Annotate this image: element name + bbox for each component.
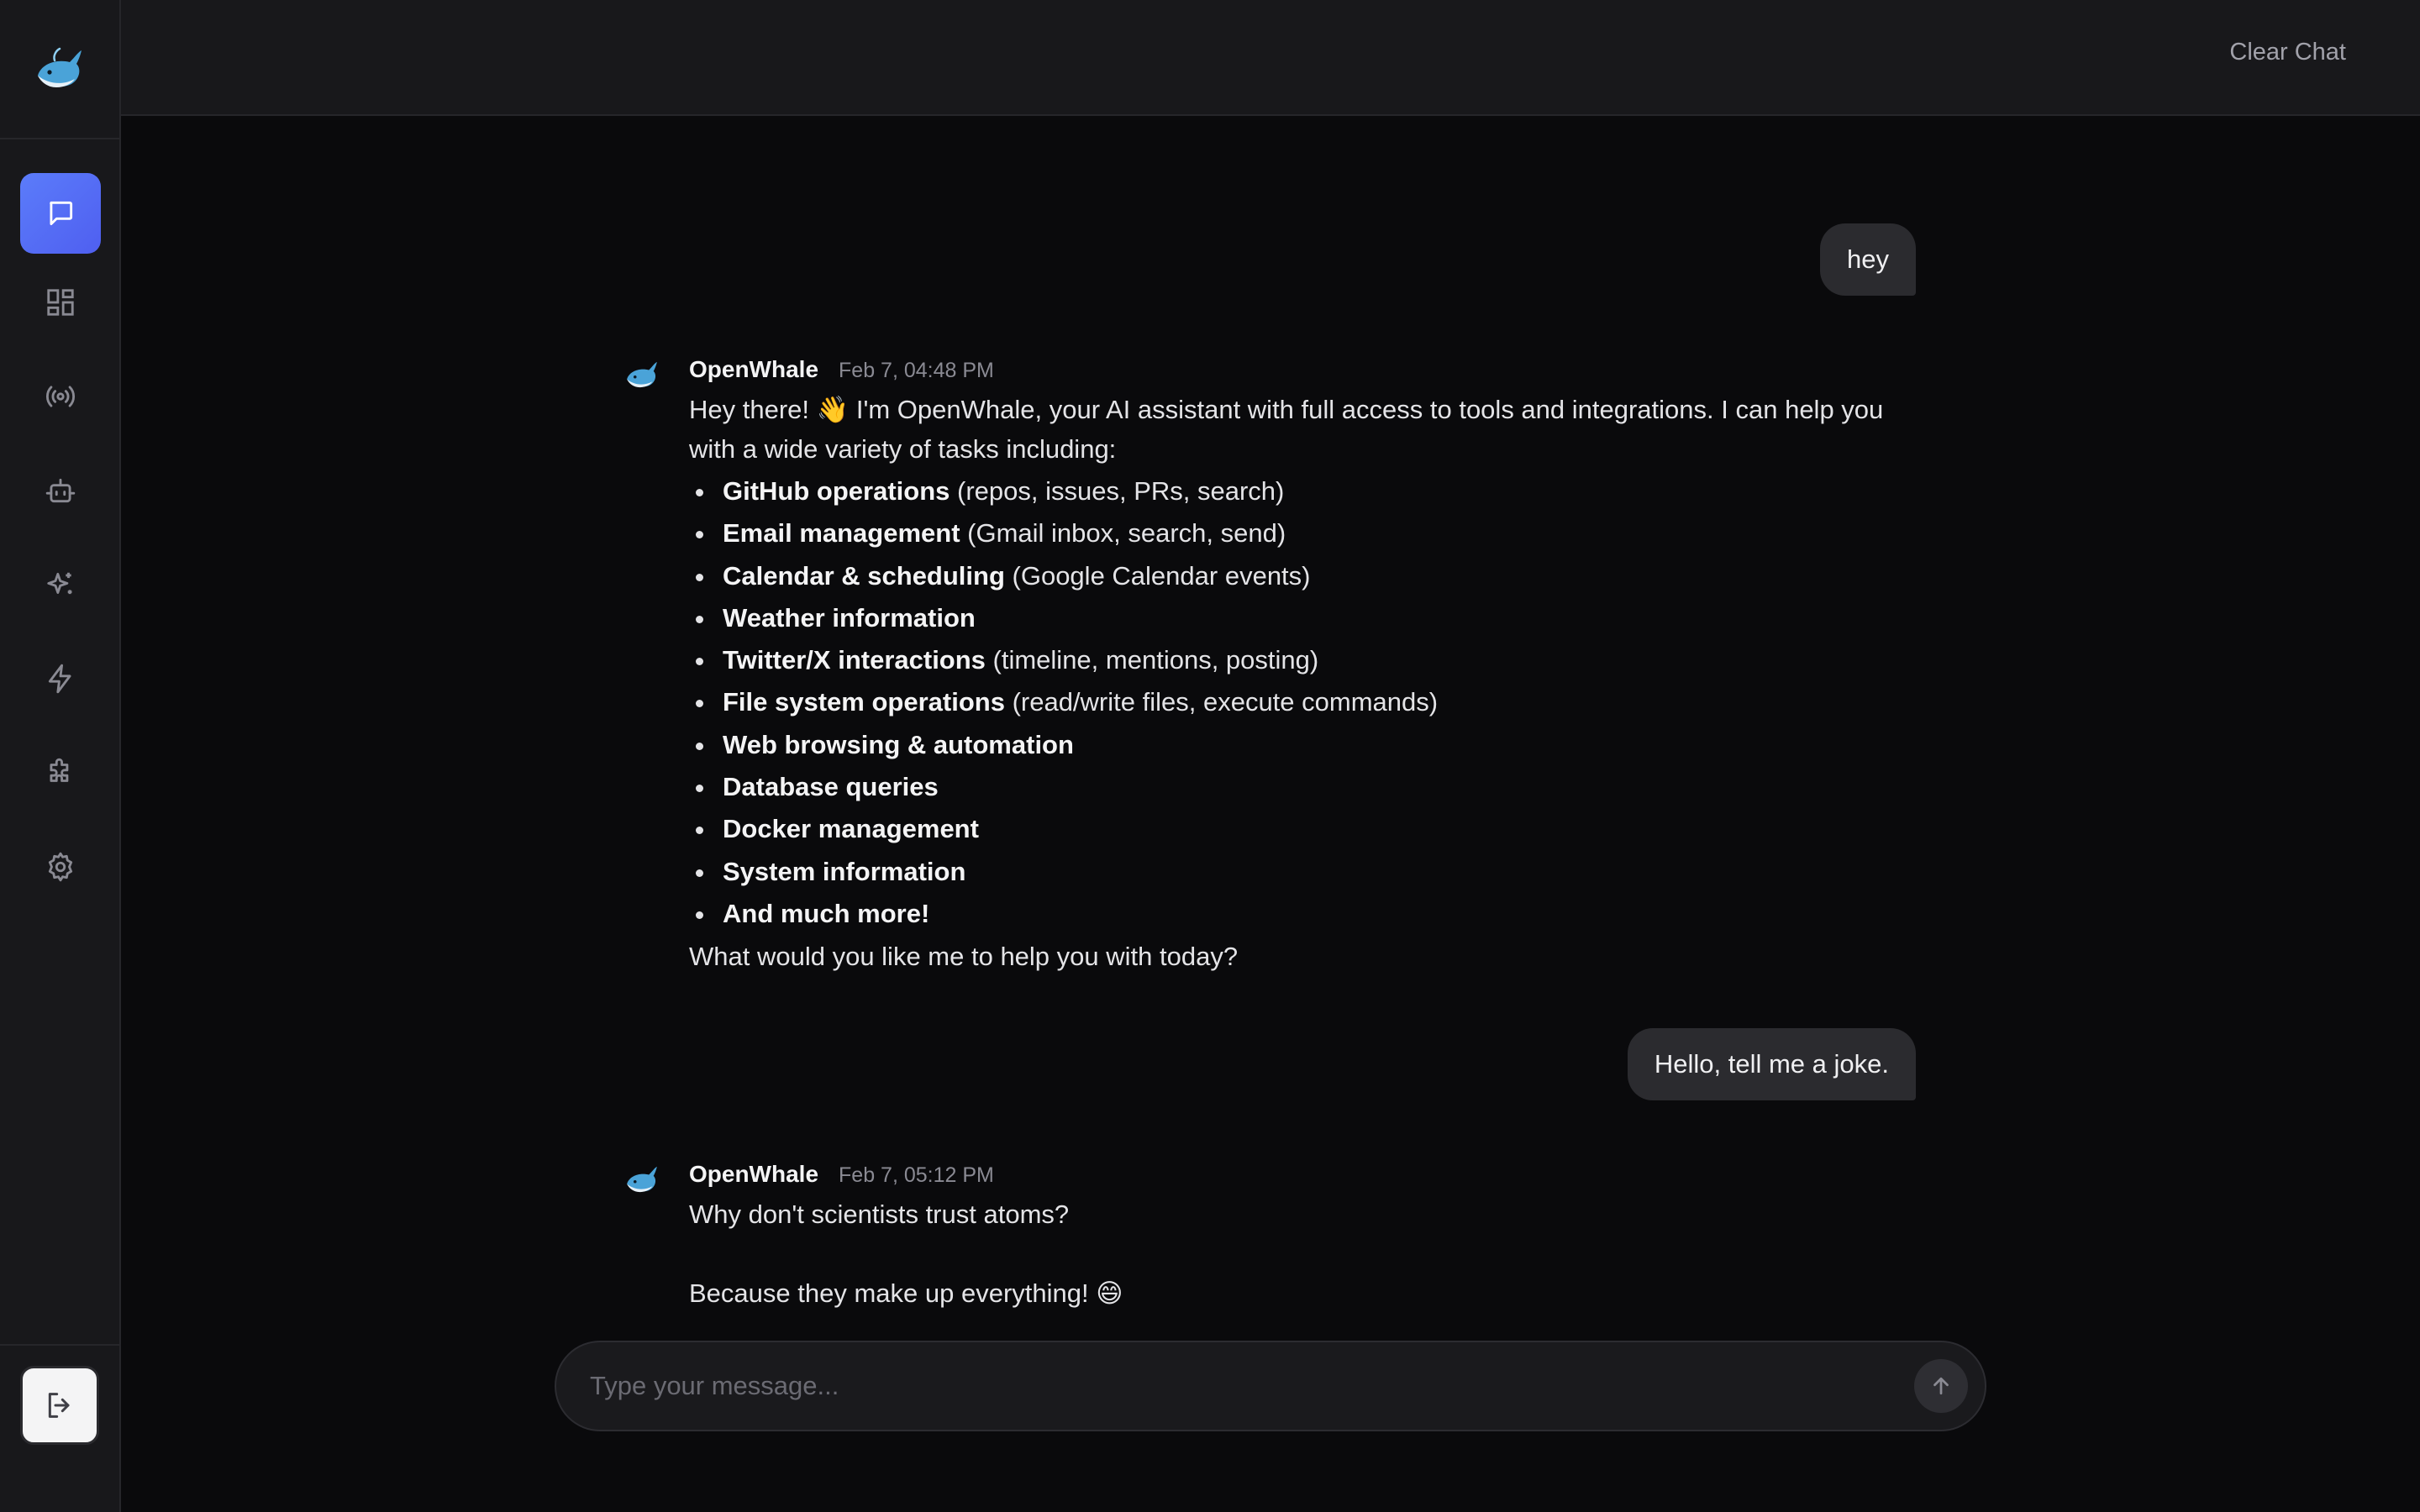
whale-avatar-icon <box>627 361 657 388</box>
feature-title: Web browsing & automation <box>723 729 1074 759</box>
feature-title: Twitter/X interactions <box>723 645 986 675</box>
joke-punchline: Because they make up everything! 😄 <box>689 1278 1123 1308</box>
sender-name: OpenWhale <box>689 1161 819 1187</box>
feature-detail: (timeline, mentions, posting) <box>985 645 1319 675</box>
message-meta: OpenWhale Feb 7, 05:12 PM <box>689 1161 1916 1191</box>
message-meta: OpenWhale Feb 7, 04:48 PM <box>689 356 1916 386</box>
clear-chat-button[interactable]: Clear Chat <box>2229 39 2346 66</box>
feature-list-item: Twitter/X interactions (timeline, mentio… <box>689 639 1916 681</box>
sidebar-item-dashboard[interactable] <box>20 262 101 343</box>
feature-title: Database queries <box>723 772 939 802</box>
feature-list-item: Database queries <box>689 766 1916 808</box>
sidebar-item-channels[interactable] <box>20 356 101 437</box>
feature-list-item: Email management (Gmail inbox, search, s… <box>689 512 1916 554</box>
feature-detail: (read/write files, execute commands) <box>1004 687 1439 717</box>
assistant-message-body: OpenWhale Feb 7, 05:12 PM Why don't scie… <box>689 1161 1916 1313</box>
sender-name: OpenWhale <box>689 356 819 382</box>
send-button[interactable] <box>1914 1359 1968 1413</box>
lightning-icon <box>48 664 71 694</box>
logo[interactable] <box>0 0 119 139</box>
logout-icon <box>48 1393 70 1418</box>
sidebar-item-skills[interactable] <box>20 544 101 625</box>
feature-list-item: And much more! <box>689 893 1916 935</box>
puzzle-icon <box>50 758 69 782</box>
message-composer <box>555 1341 1986 1431</box>
whale-avatar-icon <box>627 1166 657 1193</box>
sidebar-item-chat[interactable] <box>20 173 101 254</box>
whale-logo-icon <box>38 47 82 87</box>
logout-button[interactable] <box>20 1366 99 1445</box>
app-root: Clear Chat hey OpenWhale Feb 7, 04:48 PM… <box>0 0 2420 1512</box>
feature-list-item: GitHub operations (repos, issues, PRs, s… <box>689 470 1916 512</box>
sidebar-footer <box>0 1344 119 1512</box>
sidebar <box>0 0 121 1512</box>
feature-list-item: Web browsing & automation <box>689 724 1916 766</box>
feature-list-item: System information <box>689 851 1916 893</box>
message-input[interactable] <box>590 1342 1850 1430</box>
feature-title: Weather information <box>723 602 976 633</box>
feature-detail: (Gmail inbox, search, send) <box>960 518 1286 549</box>
sparkles-icon <box>47 572 72 595</box>
message-outro: What would you like me to help you with … <box>689 942 1239 972</box>
assistant-message-body: OpenWhale Feb 7, 04:48 PM Hey there! 👋 I… <box>689 356 1916 976</box>
feature-title: Email management <box>723 518 960 549</box>
feature-list-item: Calendar & scheduling (Google Calendar e… <box>689 555 1916 597</box>
feature-title: GitHub operations <box>723 476 950 506</box>
feature-title: System information <box>723 856 966 886</box>
feature-list-item: Docker management <box>689 808 1916 850</box>
user-message: Hello, tell me a joke. <box>1627 1028 1916 1100</box>
feature-title: File system operations <box>723 687 1005 717</box>
robot-icon <box>45 478 76 503</box>
feature-title: Docker management <box>723 814 979 844</box>
feature-detail: (Google Calendar events) <box>1004 560 1311 591</box>
timestamp: Feb 7, 04:48 PM <box>839 359 994 382</box>
assistant-avatar <box>622 1159 662 1200</box>
feature-title: Calendar & scheduling <box>723 560 1005 591</box>
feature-title: And much more! <box>723 898 930 928</box>
top-bar: Clear Chat <box>121 0 2420 116</box>
broadcast-icon <box>45 386 76 407</box>
arrow-up-icon <box>1933 1377 1949 1395</box>
chat-bubble-icon <box>50 201 73 226</box>
feature-list-item: Weather information <box>689 597 1916 639</box>
message-intro: Hey there! 👋 I'm OpenWhale, your AI assi… <box>689 395 1884 464</box>
feature-list: GitHub operations (repos, issues, PRs, s… <box>689 470 1916 935</box>
feature-detail: (repos, issues, PRs, search) <box>950 476 1285 506</box>
sidebar-item-extensions[interactable] <box>20 732 101 813</box>
sidebar-item-automations[interactable] <box>20 638 101 719</box>
sidebar-item-agents[interactable] <box>20 450 101 531</box>
grid-icon <box>47 289 74 316</box>
assistant-avatar <box>622 354 662 395</box>
timestamp: Feb 7, 05:12 PM <box>839 1163 994 1187</box>
sidebar-item-settings[interactable] <box>20 827 101 907</box>
feature-list-item: File system operations (read/write files… <box>689 681 1916 723</box>
joke-setup: Why don't scientists trust atoms? <box>689 1200 1070 1229</box>
user-message: hey <box>1820 223 1916 296</box>
gear-icon <box>48 852 73 882</box>
